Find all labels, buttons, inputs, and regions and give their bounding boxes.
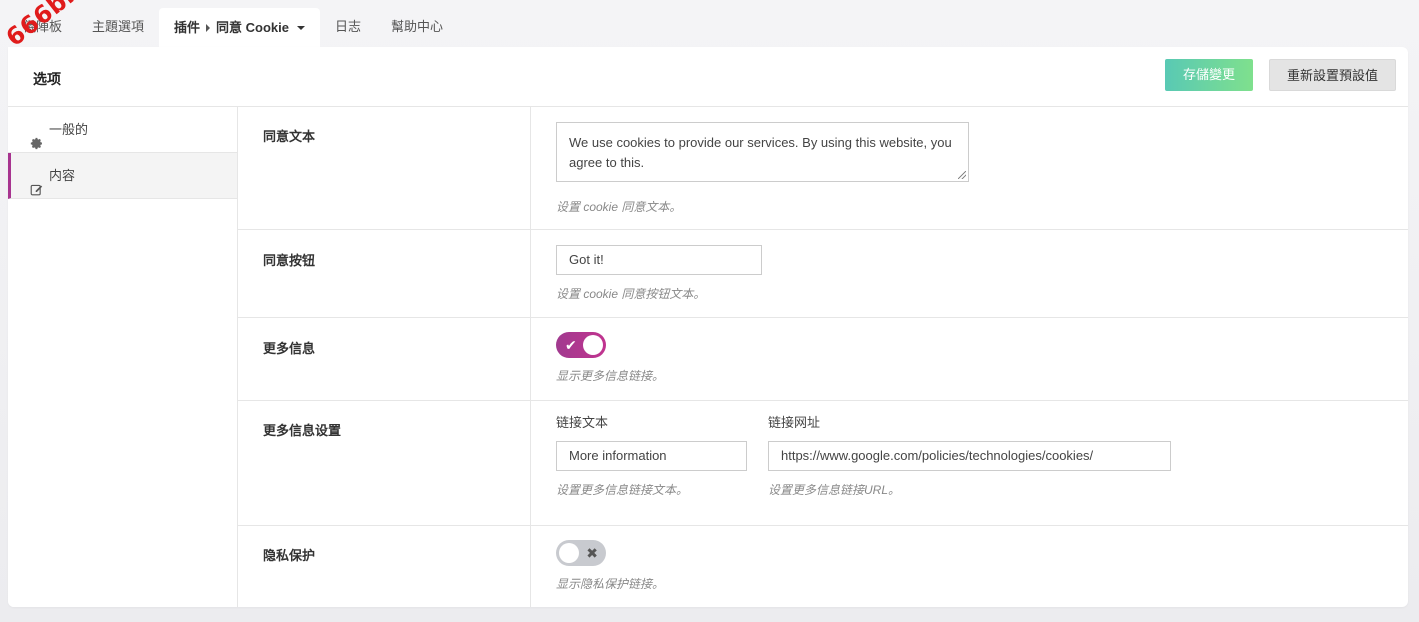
link-url-label: 链接网址: [768, 415, 821, 430]
more-info-hint: 显示更多信息链接。: [556, 369, 665, 383]
panel-header: 选项 存儲變更 重新設置預設值: [8, 47, 1408, 107]
consent-text-value: We use cookies to provide our services. …: [569, 135, 952, 170]
more-info-toggle[interactable]: ✔: [556, 332, 606, 358]
row-divider: [530, 318, 531, 400]
resize-grip-icon[interactable]: [958, 171, 966, 179]
link-text-hint: 设置更多信息链接文本。: [556, 483, 689, 497]
privacy-hint: 显示隐私保护链接。: [556, 577, 665, 591]
row-consent-button: 同意按钮 Got it! 设置 cookie 同意按钮文本。: [238, 230, 1408, 318]
more-info-settings-label: 更多信息设置: [263, 423, 342, 438]
checkmark-icon: ✔: [565, 337, 577, 353]
options-panel: 选项 存儲變更 重新設置預設值 一般的 内容 同意文本 We use cooki…: [8, 47, 1408, 607]
row-divider: [530, 107, 531, 229]
consent-text-textarea[interactable]: We use cookies to provide our services. …: [556, 122, 969, 182]
save-button[interactable]: 存儲變更: [1165, 59, 1253, 91]
page-title: 选项: [33, 71, 61, 87]
consent-button-hint: 设置 cookie 同意按钮文本。: [556, 287, 706, 301]
row-more-info: 更多信息 ✔ 显示更多信息链接。: [238, 318, 1408, 401]
consent-button-content: Got it! 设置 cookie 同意按钮文本。: [556, 245, 762, 302]
options-sidebar: 一般的 内容: [8, 107, 238, 607]
link-text-input[interactable]: More information: [556, 441, 747, 471]
sidebar-item-label: 一般的: [49, 121, 89, 137]
consent-button-label: 同意按钮: [263, 253, 316, 268]
tab-plugins[interactable]: 插件 同意 Cookie: [159, 8, 321, 47]
consent-text-label: 同意文本: [263, 129, 316, 144]
tab-help-center[interactable]: 幫助中心: [376, 8, 458, 47]
more-info-label: 更多信息: [263, 341, 316, 356]
tab-plugins-label: 插件: [174, 19, 201, 35]
link-text-label: 链接文本: [556, 415, 609, 430]
toggle-knob: [583, 335, 603, 355]
tab-plugin-current-label: 同意 Cookie: [216, 19, 290, 35]
row-more-info-settings: 更多信息设置 链接文本 More information 设置更多信息链接文本。…: [238, 401, 1408, 526]
sidebar-item-label: 内容: [49, 167, 76, 183]
row-consent-text: 同意文本 We use cookies to provide our servi…: [238, 107, 1408, 230]
row-privacy: 隐私保护 ✖ 显示隐私保护链接。: [238, 526, 1408, 607]
consent-button-input[interactable]: Got it!: [556, 245, 762, 275]
caret-down-icon[interactable]: [297, 25, 306, 30]
consent-text-hint: 设置 cookie 同意文本。: [556, 200, 682, 214]
options-form: 同意文本 We use cookies to provide our servi…: [238, 107, 1408, 607]
row-divider: [530, 230, 531, 317]
link-url-input[interactable]: https://www.google.com/policies/technolo…: [768, 441, 1171, 471]
more-info-content: ✔ 显示更多信息链接。: [556, 332, 664, 384]
gear-icon: [30, 123, 43, 150]
link-text-field-group: 链接文本 More information 设置更多信息链接文本。: [556, 412, 747, 498]
row-divider: [530, 401, 531, 525]
reset-defaults-button[interactable]: 重新設置預設值: [1269, 59, 1396, 91]
privacy-label: 隐私保护: [263, 548, 316, 563]
row-divider: [530, 526, 531, 607]
chevron-right-icon: [206, 23, 211, 32]
close-icon: ✖: [586, 545, 598, 561]
sidebar-item-content[interactable]: 内容: [8, 153, 237, 199]
link-url-hint: 设置更多信息链接URL。: [768, 483, 901, 497]
link-url-field-group: 链接网址 https://www.google.com/policies/tec…: [768, 412, 1171, 498]
privacy-content: ✖ 显示隐私保护链接。: [556, 540, 664, 592]
tab-dashboard[interactable]: 儀陣板: [8, 8, 77, 47]
toggle-knob: [559, 543, 579, 563]
tab-logs[interactable]: 日志: [320, 8, 376, 47]
tab-theme-options[interactable]: 主題選項: [77, 8, 159, 47]
privacy-toggle[interactable]: ✖: [556, 540, 606, 566]
edit-icon: [30, 169, 43, 196]
sidebar-item-general[interactable]: 一般的: [8, 107, 237, 153]
consent-text-content: We use cookies to provide our services. …: [556, 122, 969, 215]
top-tab-bar: 儀陣板 主題選項 插件 同意 Cookie 日志 幫助中心: [8, 8, 458, 47]
